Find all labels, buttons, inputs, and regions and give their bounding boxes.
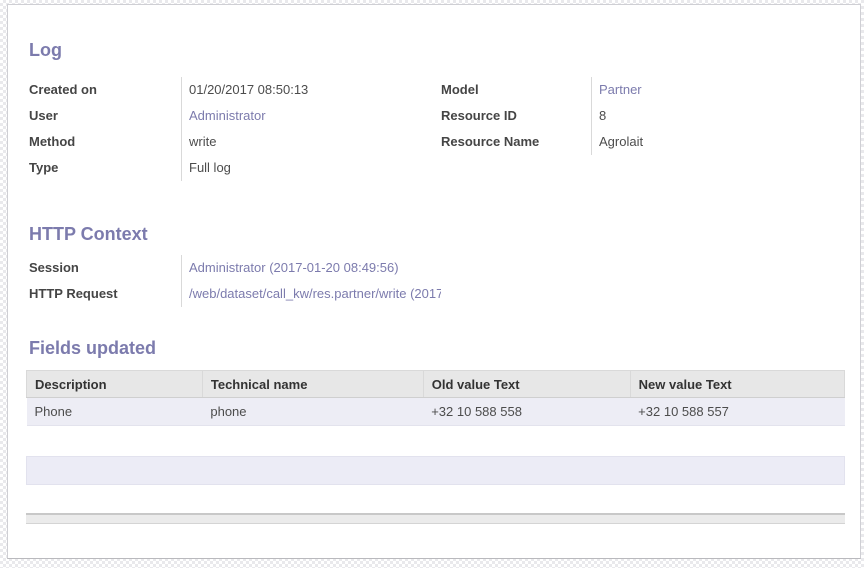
- field-label-user: User: [29, 103, 181, 129]
- page-background: { "accent_color": "#7c7bad", "sections":…: [0, 0, 864, 568]
- fields-updated-section-title: Fields updated: [29, 337, 845, 359]
- field-label-method: Method: [29, 129, 181, 155]
- cell-technical-name[interactable]: phone: [202, 398, 423, 426]
- field-label-type: Type: [29, 155, 181, 181]
- log-form-panel: Log Created on 01/20/2017 08:50:13 User …: [7, 4, 861, 559]
- empty-list-header-strip: [26, 513, 845, 524]
- field-value-created-on: 01/20/2017 08:50:13: [181, 77, 441, 103]
- column-header-description[interactable]: Description: [27, 371, 203, 398]
- column-header-new-value-text[interactable]: New value Text: [630, 371, 844, 398]
- table-header-row: Description Technical name Old value Tex…: [27, 371, 845, 398]
- column-header-old-value-text[interactable]: Old value Text: [423, 371, 630, 398]
- field-label-session: Session: [29, 255, 181, 281]
- field-value-resource-name: Agrolait: [591, 129, 845, 155]
- field-value-resource-id: 8: [591, 103, 845, 129]
- log-section-title: Log: [29, 39, 845, 61]
- table-row[interactable]: Phone phone +32 10 588 558 +32 10 588 55…: [27, 398, 845, 426]
- field-label-http-request: HTTP Request: [29, 281, 181, 307]
- empty-list-row-strip: [26, 456, 845, 485]
- cell-new-value[interactable]: +32 10 588 557: [630, 398, 844, 426]
- field-value-type: Full log: [181, 155, 441, 181]
- field-value-model-link[interactable]: Partner: [591, 77, 845, 103]
- http-context-section-title: HTTP Context: [29, 223, 845, 245]
- field-value-session-link[interactable]: Administrator (2017-01-20 08:49:56): [181, 255, 441, 281]
- log-fields-columns: Created on 01/20/2017 08:50:13 User Admi…: [29, 77, 845, 181]
- field-value-http-request-link[interactable]: /web/dataset/call_kw/res.partner/write (…: [181, 281, 441, 307]
- log-fields-left-group: Created on 01/20/2017 08:50:13 User Admi…: [29, 77, 441, 181]
- field-label-resource-id: Resource ID: [441, 103, 591, 129]
- field-label-created-on: Created on: [29, 77, 181, 103]
- field-value-method: write: [181, 129, 441, 155]
- field-label-resource-name: Resource Name: [441, 129, 591, 155]
- field-value-user-link[interactable]: Administrator: [181, 103, 441, 129]
- column-header-technical-name[interactable]: Technical name: [202, 371, 423, 398]
- cell-old-value[interactable]: +32 10 588 558: [423, 398, 630, 426]
- http-context-fields-group: Session Administrator (2017-01-20 08:49:…: [29, 255, 441, 307]
- cell-description[interactable]: Phone: [27, 398, 203, 426]
- field-label-model: Model: [441, 77, 591, 103]
- log-fields-right-group: Model Partner Resource ID 8 Resource Nam…: [441, 77, 845, 181]
- fields-updated-table: Description Technical name Old value Tex…: [26, 370, 845, 426]
